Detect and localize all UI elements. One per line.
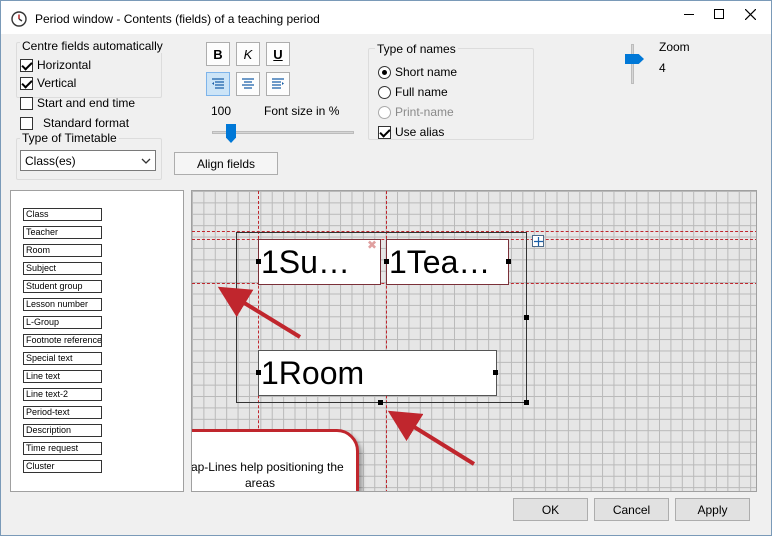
arrow-icon: [217, 286, 302, 339]
arrow-icon: [387, 410, 476, 466]
ok-button[interactable]: OK: [513, 498, 588, 521]
cancel-button[interactable]: Cancel: [594, 498, 669, 521]
annotation-arrows: [217, 286, 476, 466]
apply-button[interactable]: Apply: [675, 498, 750, 521]
